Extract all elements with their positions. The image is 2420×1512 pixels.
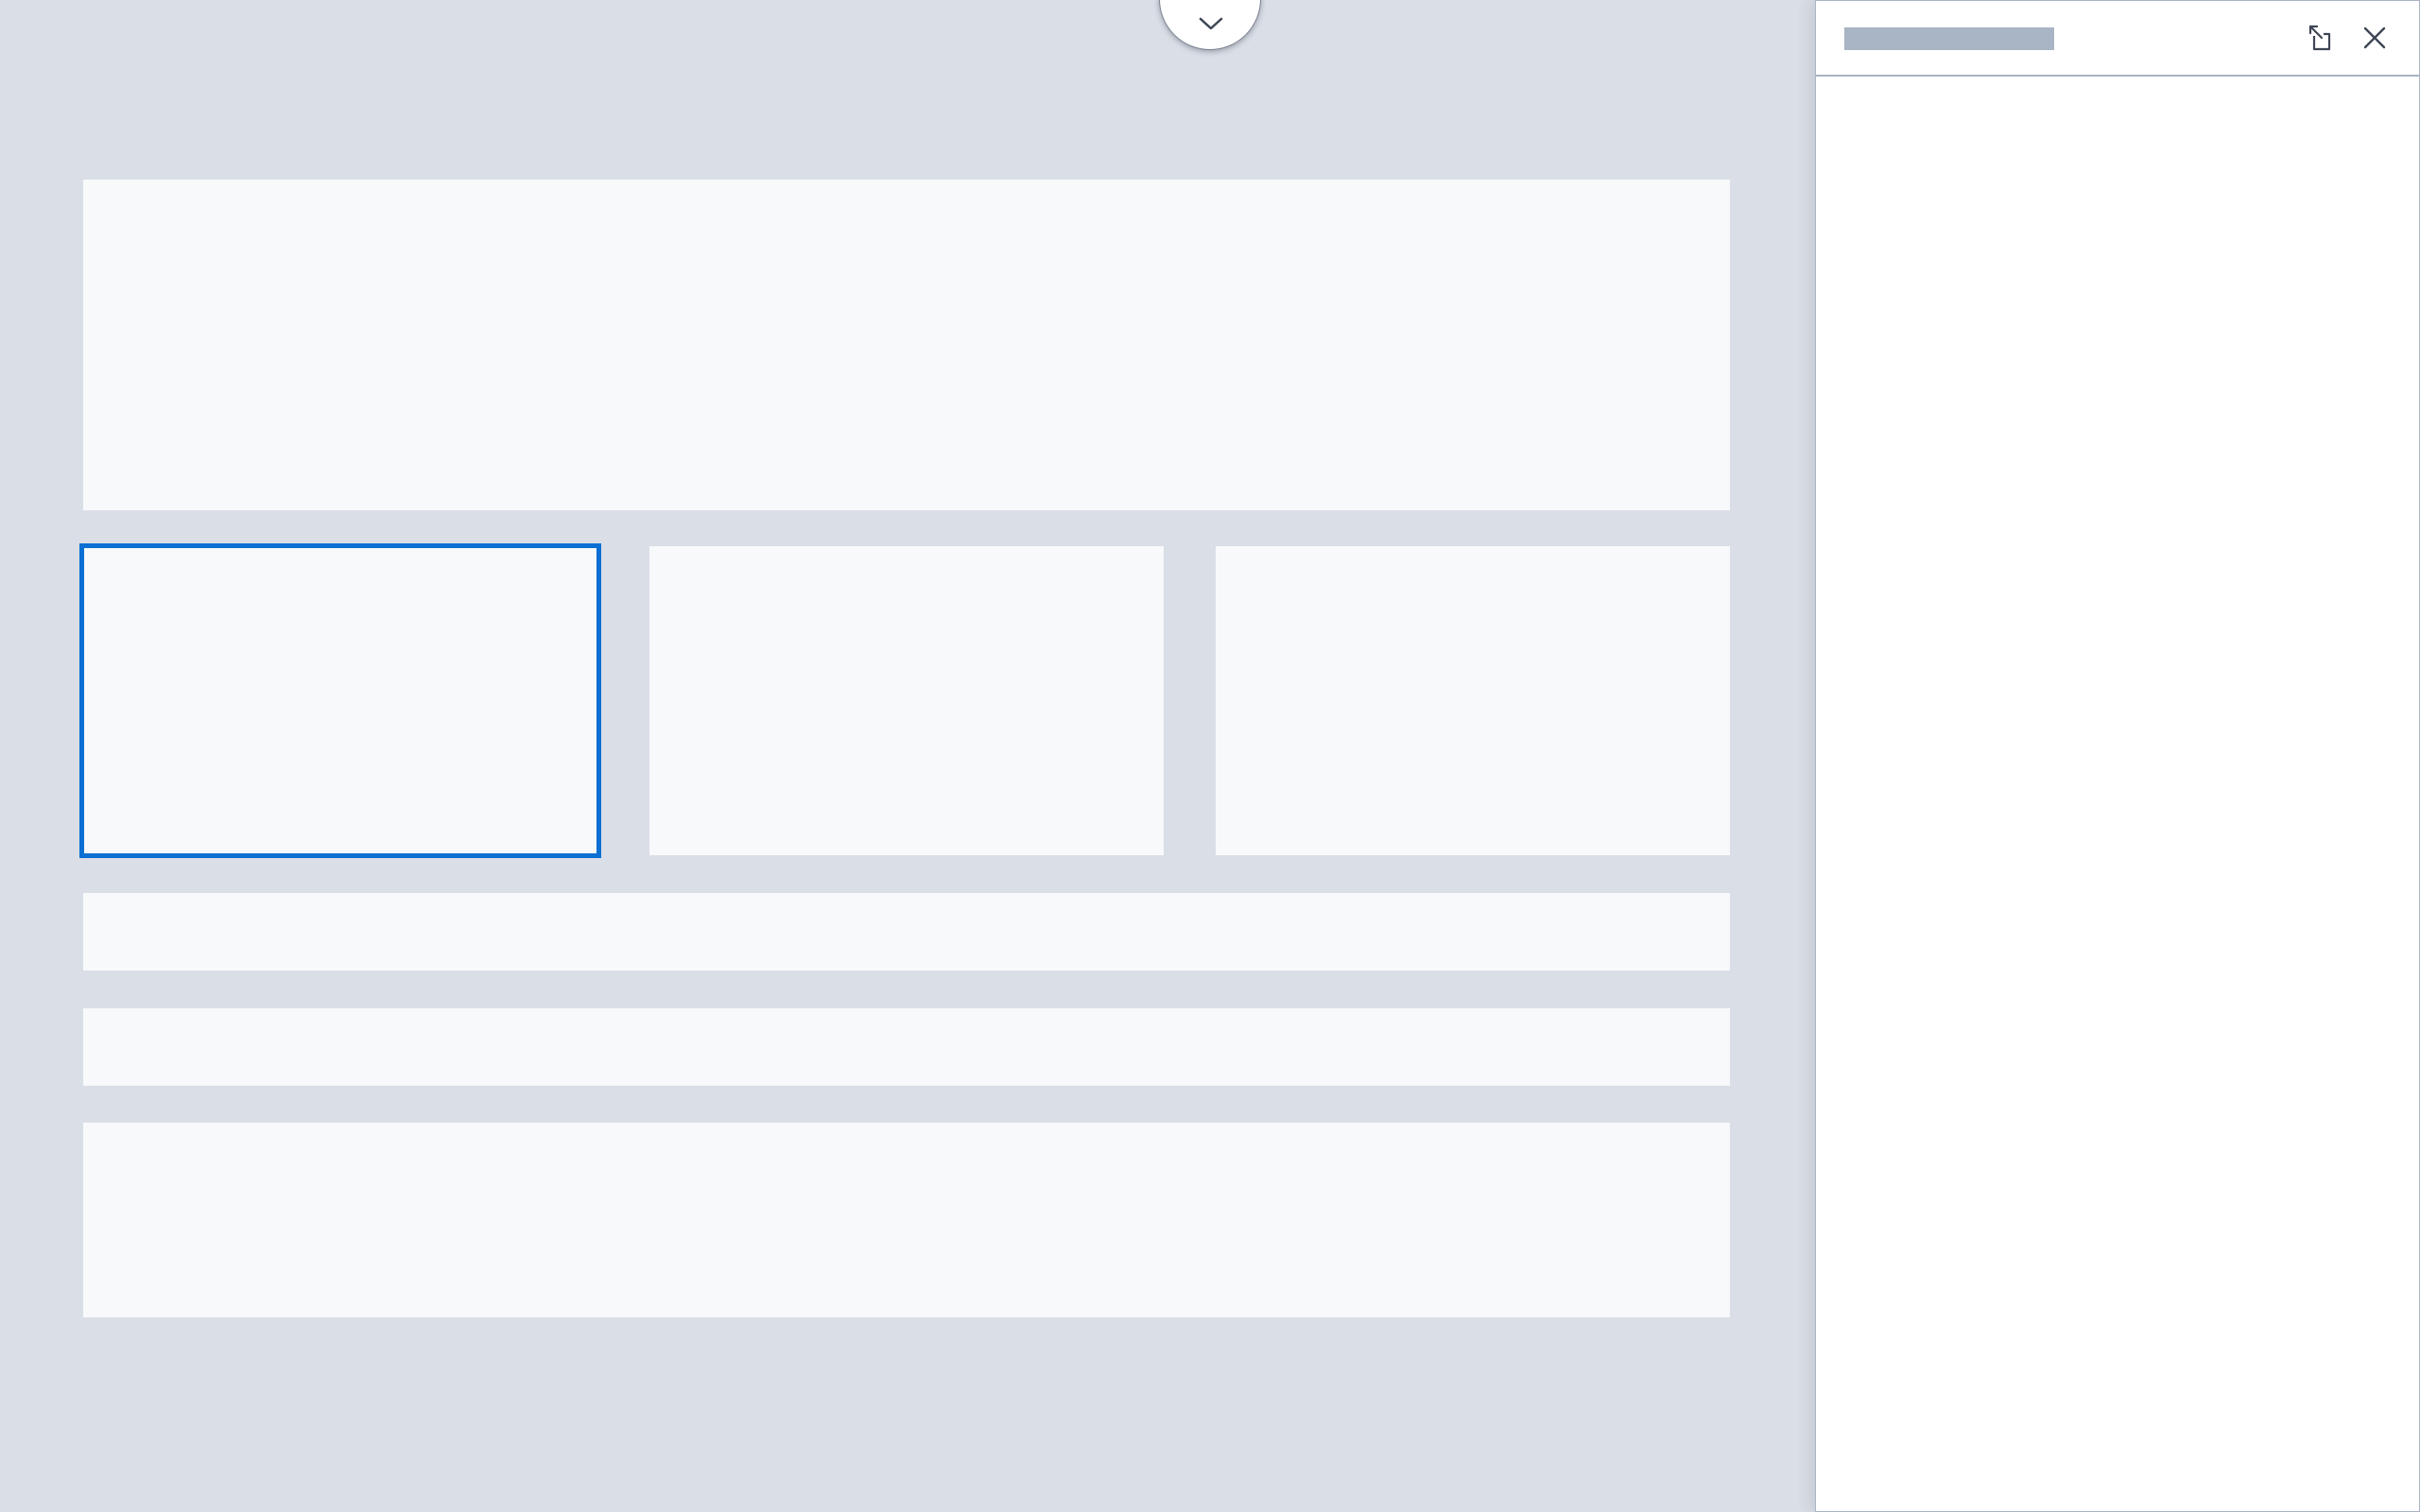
panel-header xyxy=(1816,1,2419,77)
strip-block-1[interactable] xyxy=(83,893,1730,971)
panel-title xyxy=(1844,27,2054,50)
collapse-toggle-button[interactable] xyxy=(1159,0,1261,50)
card-block-2[interactable] xyxy=(649,546,1164,855)
popout-button[interactable] xyxy=(2306,22,2338,54)
close-icon xyxy=(2363,26,2386,49)
close-button[interactable] xyxy=(2359,22,2391,54)
chevron-down-icon xyxy=(1199,17,1223,30)
page-canvas xyxy=(0,0,1815,1512)
card-block-1[interactable] xyxy=(79,543,601,858)
hero-block[interactable] xyxy=(83,180,1730,510)
panel-body xyxy=(1816,77,2419,1511)
footer-block[interactable] xyxy=(83,1123,1730,1317)
open-in-new-window-icon xyxy=(2308,25,2331,51)
side-panel xyxy=(1815,0,2420,1512)
card-block-3[interactable] xyxy=(1216,546,1730,855)
strip-block-2[interactable] xyxy=(83,1008,1730,1086)
